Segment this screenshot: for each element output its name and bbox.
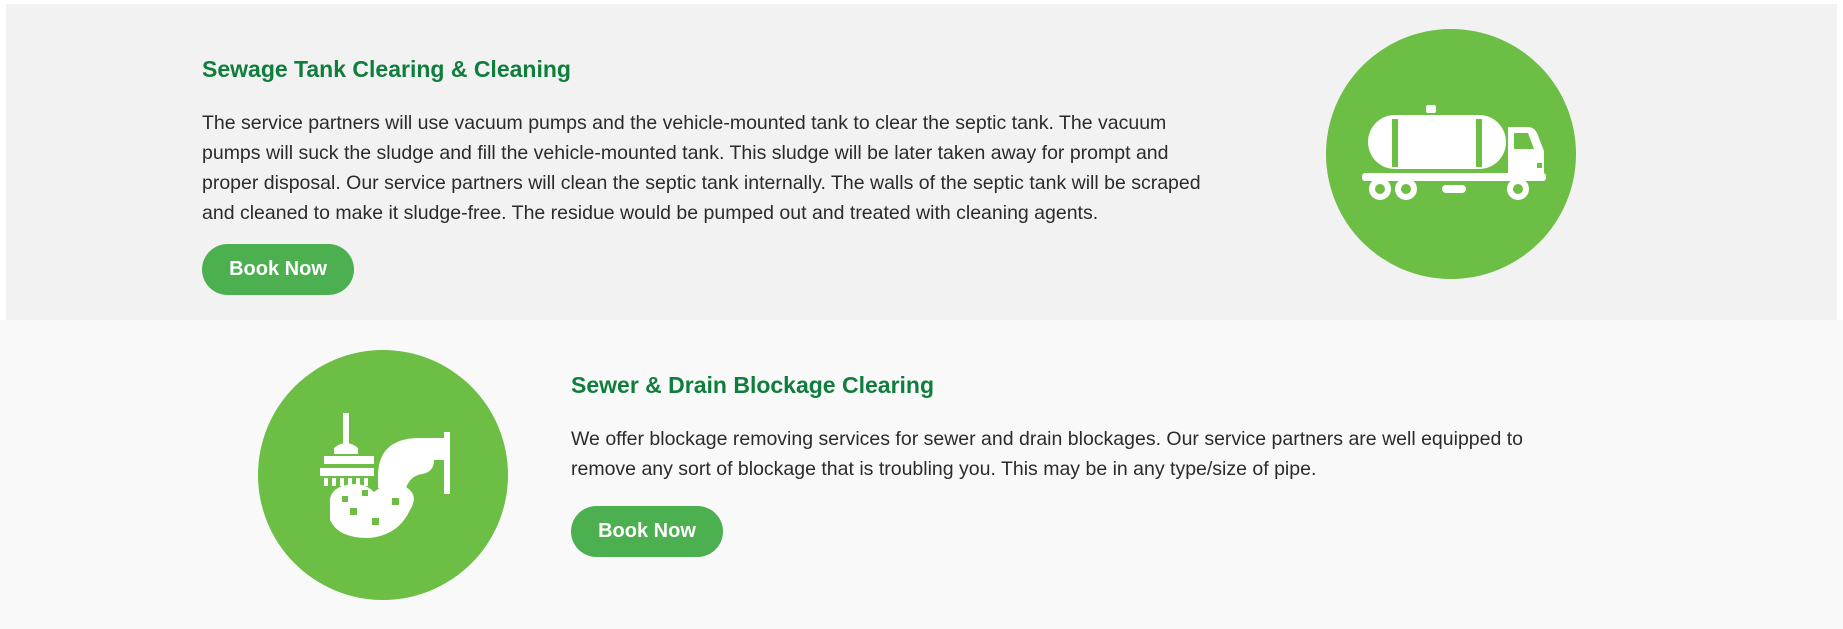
tanker-truck-icon <box>1362 105 1546 200</box>
service-title: Sewage Tank Clearing & Cleaning <box>202 56 571 82</box>
book-now-button[interactable]: Book Now <box>202 244 354 295</box>
service-section-drain-blockage: Sewer & Drain Blockage Clearing We offer… <box>0 320 1843 629</box>
services-page: Sewage Tank Clearing & Cleaning The serv… <box>0 0 1843 629</box>
service-description: We offer blockage removing services for … <box>571 428 1524 480</box>
service-icon-circle <box>258 350 508 600</box>
drain-plunger-icon <box>320 413 450 538</box>
service-title: Sewer & Drain Blockage Clearing <box>571 372 935 398</box>
service-description: The service partners will use vacuum pum… <box>202 112 1201 224</box>
service-icon-circle <box>1326 29 1576 279</box>
book-now-button[interactable]: Book Now <box>571 506 723 557</box>
service-section-sewage-tank: Sewage Tank Clearing & Cleaning The serv… <box>6 4 1837 320</box>
